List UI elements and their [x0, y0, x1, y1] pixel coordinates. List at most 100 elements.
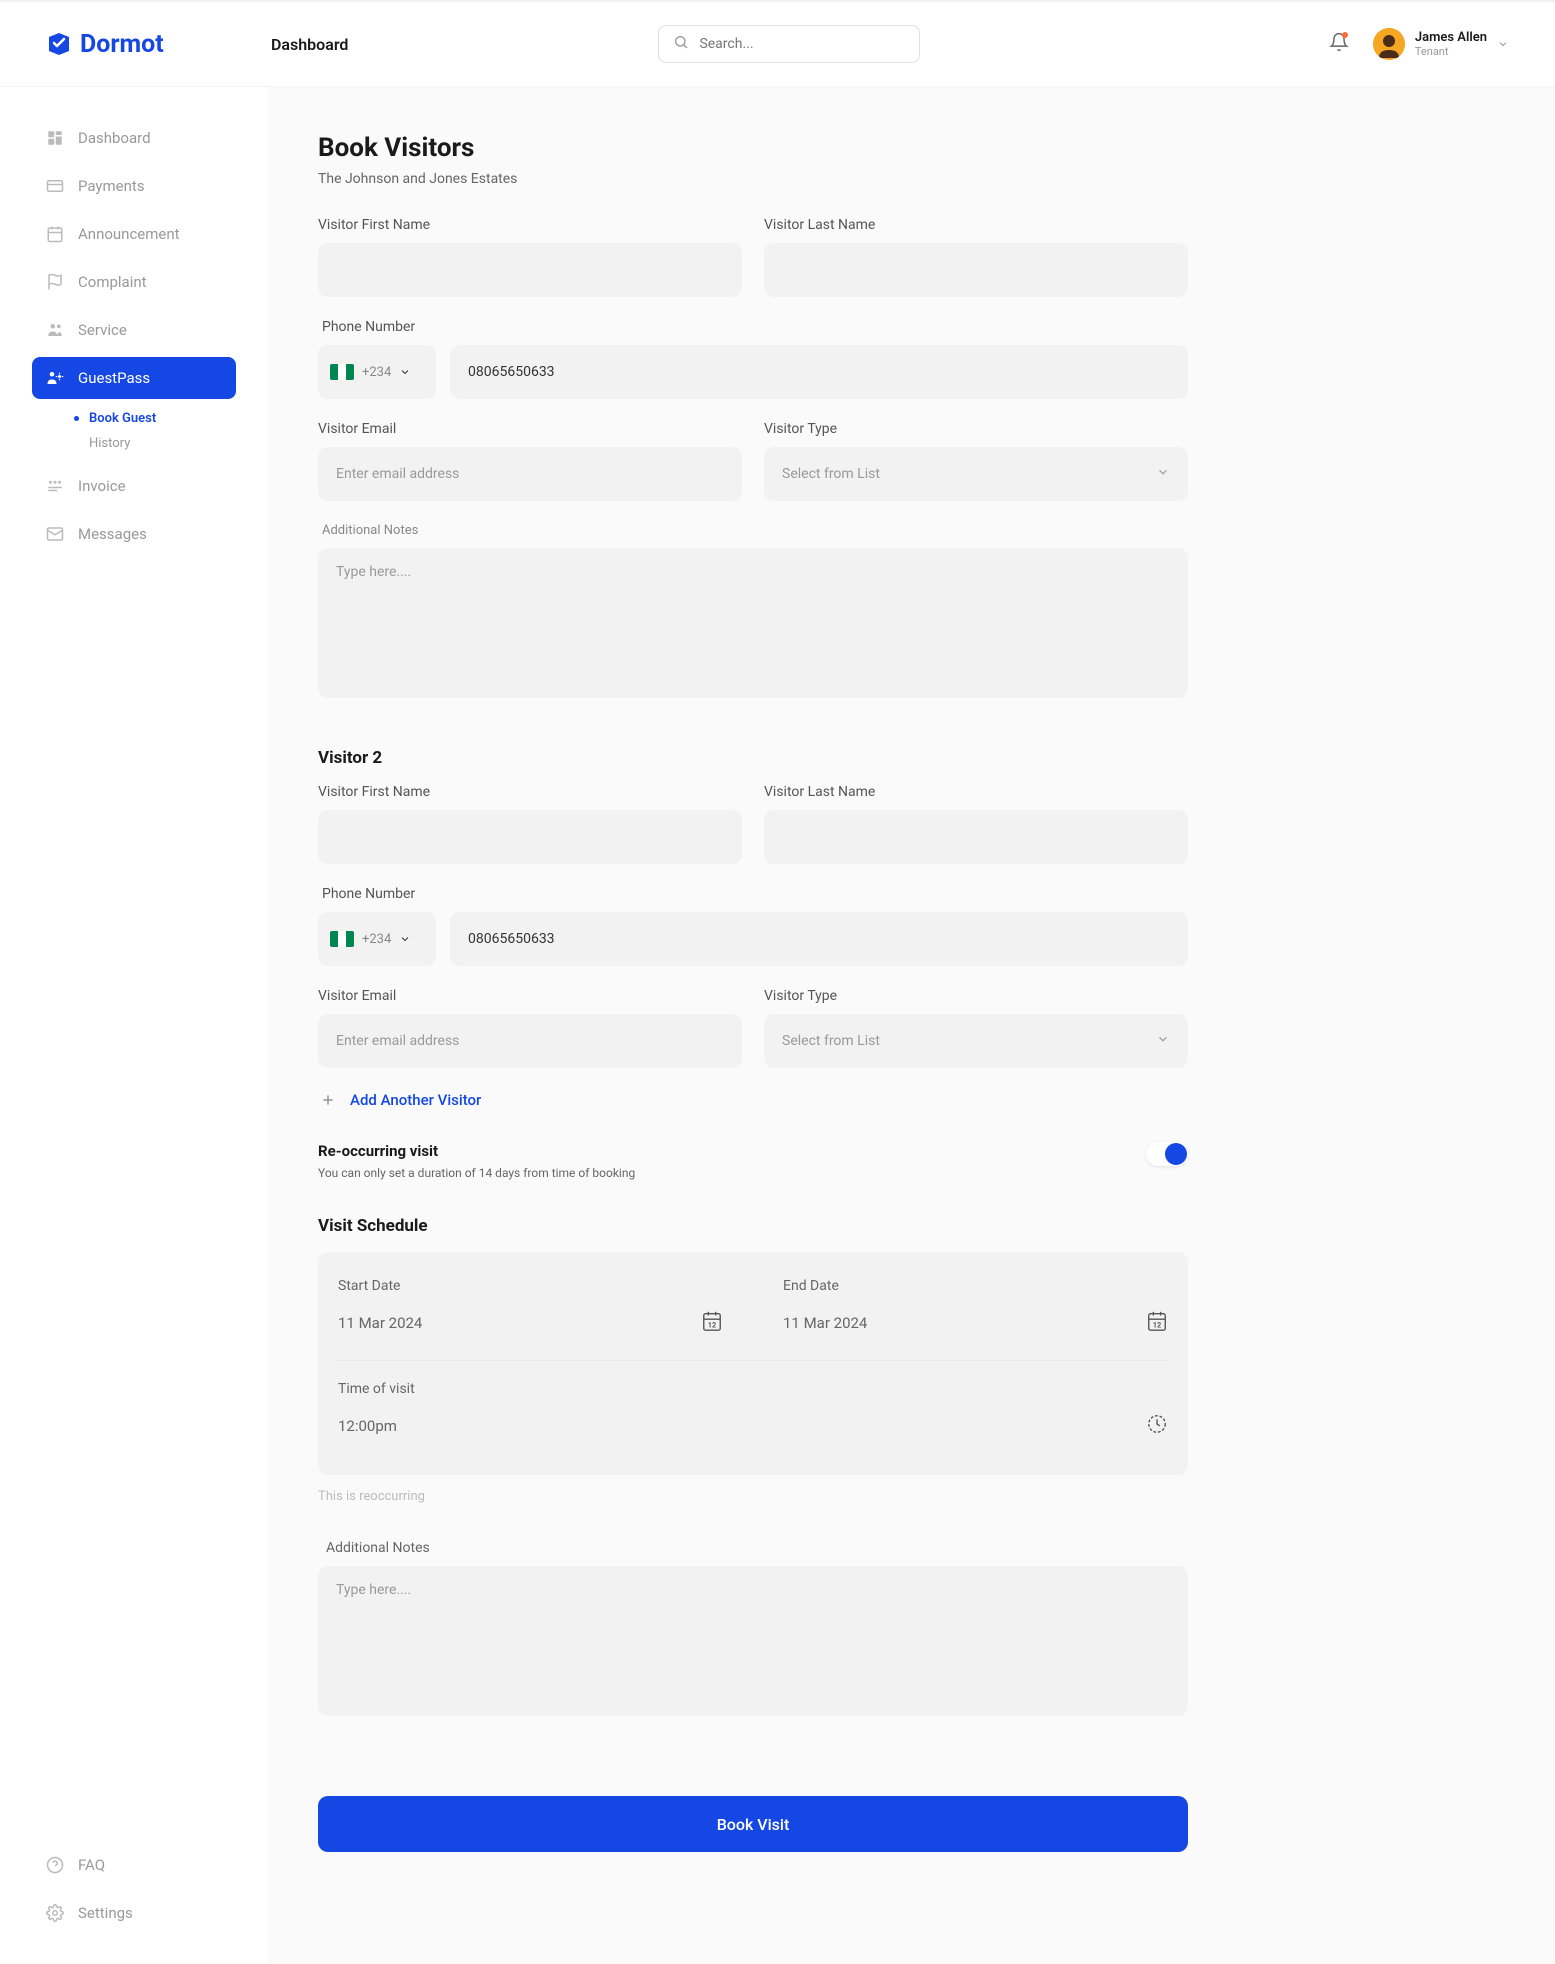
visitor1-last-name-input[interactable]	[764, 243, 1188, 297]
first-name-label: Visitor First Name	[318, 217, 742, 233]
nav-label: Service	[78, 321, 127, 339]
visitor2-email-input[interactable]	[318, 1014, 742, 1068]
visitor2-country-select[interactable]: +234	[318, 912, 436, 966]
schedule-box: Start Date 11 Mar 2024 12 End Date 11 Ma…	[318, 1252, 1188, 1475]
search-icon	[673, 34, 689, 54]
nav-label: Complaint	[78, 273, 147, 291]
visitor1-type-select[interactable]: Select from List	[764, 447, 1188, 501]
start-date-label: Start Date	[338, 1278, 723, 1294]
gear-icon	[46, 1904, 64, 1922]
recurring-title: Re-occurring visit	[318, 1142, 635, 1160]
mail-icon	[46, 525, 64, 543]
visitor2-first-name-input[interactable]	[318, 810, 742, 864]
nav-faq[interactable]: FAQ	[32, 1844, 236, 1886]
chevron-down-icon	[399, 363, 411, 382]
add-visitor-button[interactable]: Add Another Visitor	[318, 1090, 1188, 1110]
nav-dashboard[interactable]: Dashboard	[32, 117, 236, 159]
phone-label: Phone Number	[318, 319, 1188, 335]
visitor2-heading: Visitor 2	[318, 748, 1188, 768]
nav-guestpass-book[interactable]: Book Guest	[74, 411, 236, 426]
invoice-icon	[46, 477, 64, 495]
nav-label: Payments	[78, 177, 145, 195]
nav-label: Invoice	[78, 477, 126, 495]
nav-guestpass[interactable]: GuestPass	[32, 357, 236, 399]
end-date-label: End Date	[783, 1278, 1168, 1294]
visitor1-notes-textarea[interactable]	[318, 548, 1188, 698]
reoccurring-helper: This is reoccurring	[318, 1489, 1188, 1504]
visitor2-phone-input[interactable]	[450, 912, 1188, 966]
book-visit-button[interactable]: Book Visit	[318, 1796, 1188, 1852]
nav-label: Announcement	[78, 225, 180, 243]
schedule-heading: Visit Schedule	[318, 1216, 1188, 1236]
visitor2-type-select[interactable]: Select from List	[764, 1014, 1188, 1068]
calendar-icon[interactable]: 12	[1146, 1310, 1168, 1336]
visitor1-email-input[interactable]	[318, 447, 742, 501]
avatar	[1373, 28, 1405, 60]
card-icon	[46, 177, 64, 195]
search-input[interactable]	[699, 36, 905, 52]
notes-label: Additional Notes	[318, 523, 1188, 538]
svg-text:12: 12	[708, 1320, 716, 1329]
sub-label: Book Guest	[89, 411, 156, 426]
logo[interactable]: Dormot	[46, 30, 271, 59]
flag-icon	[46, 273, 64, 291]
user-role: Tenant	[1415, 45, 1487, 58]
calendar-icon[interactable]: 12	[701, 1310, 723, 1336]
chevron-down-icon	[1497, 35, 1509, 54]
flag-nigeria-icon	[330, 364, 354, 380]
sub-label: History	[89, 436, 130, 451]
nav-invoice[interactable]: Invoice	[32, 465, 236, 507]
recurring-note: You can only set a duration of 14 days f…	[318, 1166, 635, 1180]
user-menu[interactable]: James Allen Tenant	[1373, 28, 1509, 60]
visitor-type-label: Visitor Type	[764, 421, 1188, 437]
guestpass-icon	[46, 369, 64, 387]
nav-payments[interactable]: Payments	[32, 165, 236, 207]
dial-code: +234	[362, 365, 391, 380]
visitor1-phone-input[interactable]	[450, 345, 1188, 399]
email-label: Visitor Email	[318, 988, 742, 1004]
svg-text:12: 12	[1153, 1320, 1161, 1329]
nav-label: Messages	[78, 525, 147, 543]
people-icon	[46, 321, 64, 339]
nav-service[interactable]: Service	[32, 309, 236, 351]
add-visitor-label: Add Another Visitor	[350, 1091, 481, 1109]
sidebar: Dashboard Payments Announcement Complain…	[0, 87, 268, 1964]
start-date-value[interactable]: 11 Mar 2024	[338, 1314, 422, 1332]
visitor-type-label: Visitor Type	[764, 988, 1188, 1004]
phone-label: Phone Number	[318, 886, 1188, 902]
nav-label: Dashboard	[78, 129, 151, 147]
user-name: James Allen	[1415, 30, 1487, 46]
notifications-button[interactable]	[1329, 32, 1349, 56]
toggle-thumb	[1165, 1143, 1187, 1165]
time-label: Time of visit	[338, 1381, 1168, 1397]
plus-icon	[318, 1090, 338, 1110]
visitor1-first-name-input[interactable]	[318, 243, 742, 297]
nav-guestpass-history[interactable]: History	[74, 436, 236, 451]
dial-code: +234	[362, 932, 391, 947]
select-placeholder: Select from List	[782, 1033, 880, 1049]
end-date-value[interactable]: 11 Mar 2024	[783, 1314, 867, 1332]
time-value[interactable]: 12:00pm	[338, 1417, 397, 1435]
nav-label: FAQ	[78, 1856, 105, 1874]
nav-settings[interactable]: Settings	[32, 1892, 236, 1934]
schedule-notes-textarea[interactable]	[318, 1566, 1188, 1716]
nav-complaint[interactable]: Complaint	[32, 261, 236, 303]
nav-messages[interactable]: Messages	[32, 513, 236, 555]
visitor2-last-name-input[interactable]	[764, 810, 1188, 864]
chevron-down-icon	[1156, 1032, 1170, 1050]
nav-label: GuestPass	[78, 369, 150, 387]
notification-dot-icon	[1342, 32, 1348, 38]
recurring-toggle[interactable]	[1146, 1142, 1188, 1166]
flag-nigeria-icon	[330, 931, 354, 947]
main-content: Book Visitors The Johnson and Jones Esta…	[268, 87, 1555, 1964]
nav-announcement[interactable]: Announcement	[32, 213, 236, 255]
page-label: Dashboard	[271, 35, 348, 54]
logo-text: Dormot	[80, 30, 164, 59]
search-box[interactable]	[658, 25, 920, 63]
visitor1-country-select[interactable]: +234	[318, 345, 436, 399]
clock-icon[interactable]	[1146, 1413, 1168, 1439]
first-name-label: Visitor First Name	[318, 784, 742, 800]
last-name-label: Visitor Last Name	[764, 784, 1188, 800]
calendar-icon	[46, 225, 64, 243]
chevron-down-icon	[1156, 465, 1170, 483]
